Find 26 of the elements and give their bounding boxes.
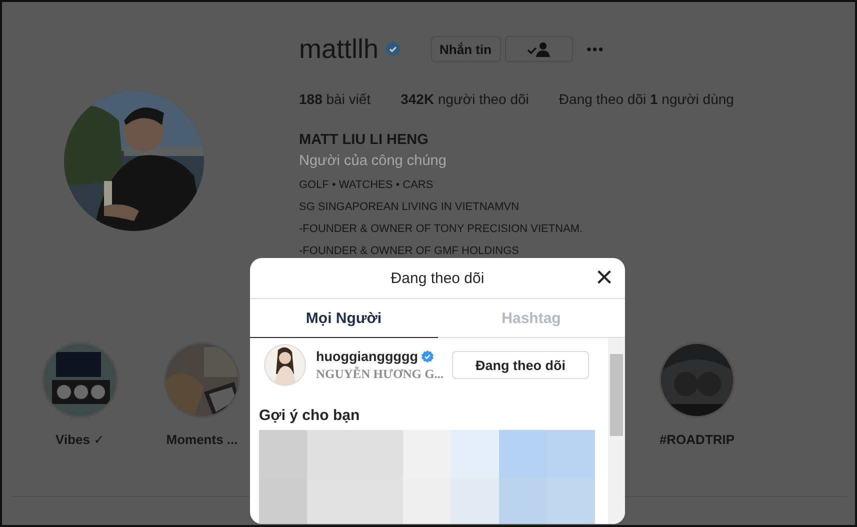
following-button[interactable] [504, 36, 573, 62]
following-button[interactable]: Đang theo dõi [452, 351, 589, 379]
more-options-button[interactable]: ••• [586, 41, 604, 57]
section-heading: Gợi ý cho bạn [259, 407, 361, 424]
highlight-label[interactable]: #ROADTRIP [659, 432, 735, 447]
bio-line: GOLF • WATCHES • CARS [299, 179, 434, 191]
account-username[interactable]: huoggianggggg [316, 348, 418, 364]
tab[interactable]: Mọi Người [250, 299, 438, 338]
bio-line: -FOUNDER & OWNER OF GMF HOLDINGS [299, 245, 520, 257]
profile-stat[interactable]: 188 bài viết [299, 91, 371, 107]
profile-stat[interactable]: 342K người theo dõi [400, 91, 529, 107]
scrollbar[interactable] [608, 338, 625, 524]
message-button[interactable]: Nhắn tin [430, 36, 501, 62]
full-name: MATT LIU LI HENG [299, 132, 430, 148]
profile-category: Người của công chúng [299, 153, 448, 169]
dialog-title: Đang theo dõi [390, 270, 484, 286]
close-button[interactable]: × [595, 263, 613, 293]
profile-stat[interactable]: Đang theo dõi 1 người dùng [558, 91, 734, 107]
highlight-label[interactable]: Moments ... [166, 432, 238, 447]
bio-line: SG SINGAPOREAN LIVING IN VIETNAMVN [299, 201, 520, 213]
account-full-name: NGUYỄN HƯƠNG G... [316, 366, 445, 382]
profile-username: mattllh [299, 34, 379, 64]
highlight-label[interactable]: Vibes ✓ [56, 432, 104, 448]
tab[interactable]: Hashtag [438, 299, 625, 338]
bio-line: -FOUNDER & OWNER OF TONY PRECISION VIETNAM. [299, 223, 584, 235]
person-check-icon [526, 41, 551, 57]
